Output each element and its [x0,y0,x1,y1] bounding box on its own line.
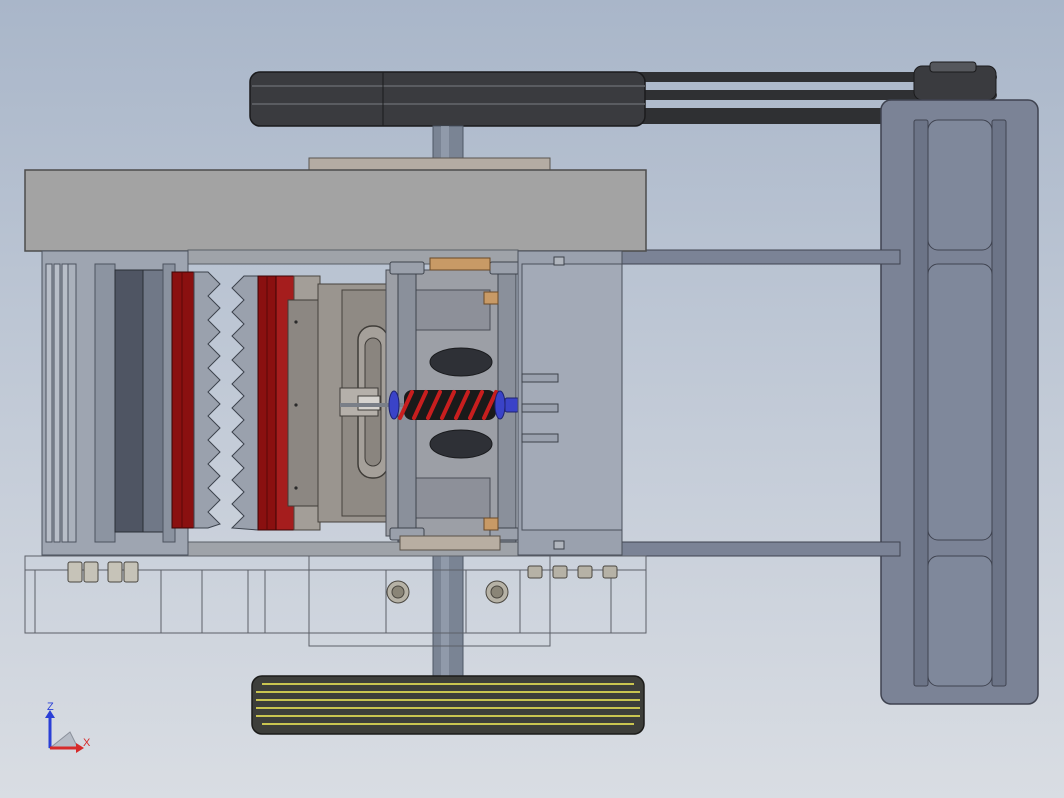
bearing-top [429,257,491,271]
fixed-jaw-assembly [41,250,221,556]
x-axis-label: X [83,737,91,749]
fixed-jaw-teeth [193,271,221,529]
adjust-stud-1 [521,373,559,383]
toggle-slot-upper [429,347,493,377]
spring-seat-right [494,390,506,420]
adjust-stud-2 [521,403,559,413]
cad-viewport[interactable]: Z X [0,0,1064,798]
orientation-triad: Z X [45,701,91,753]
z-axis-label: Z [47,701,54,713]
adjust-stud-3 [521,433,559,443]
large-pulley-top [249,71,646,127]
spring-seat-left [388,390,400,420]
movable-jaw-teeth [230,275,259,531]
toggle-slot-lower [429,429,493,459]
base-bolts [67,561,618,604]
bottom-flywheel-pulley [251,675,645,735]
tension-nut [504,397,520,413]
top-cover-plate [24,169,647,252]
right-bracket [517,250,623,556]
motor-arm-frame [599,99,1039,705]
